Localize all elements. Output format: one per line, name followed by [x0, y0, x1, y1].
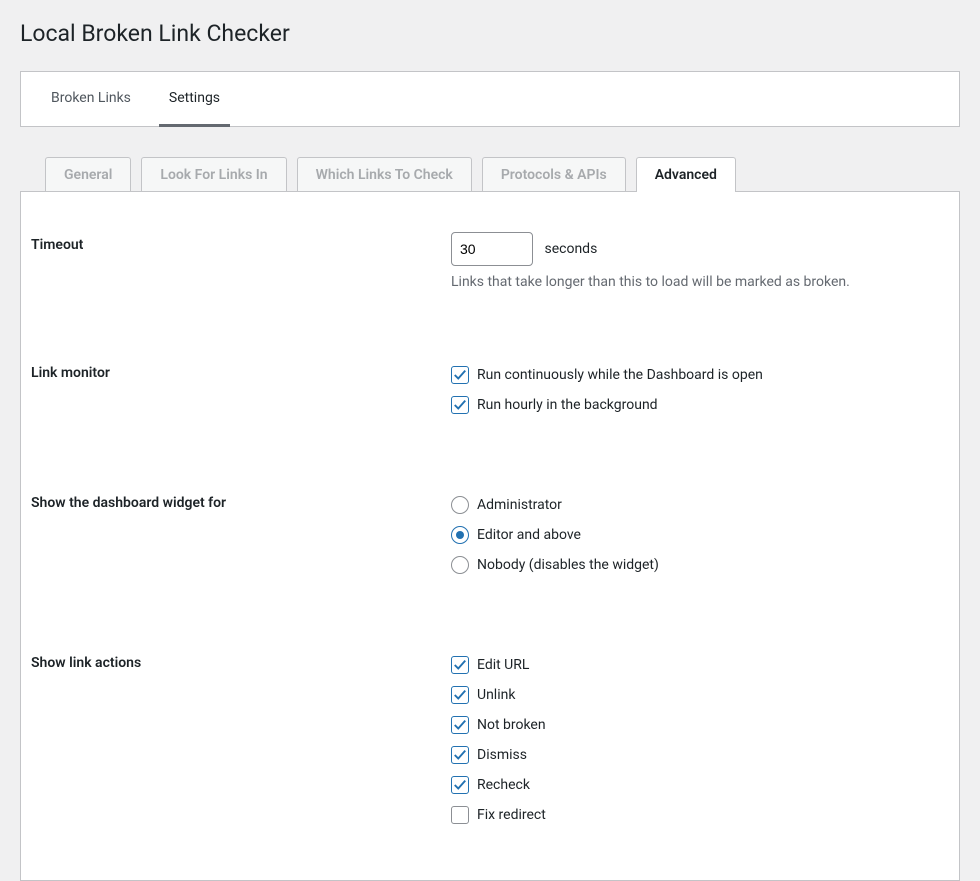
checkbox-fix-redirect[interactable] [451, 806, 469, 824]
recheck-label: Recheck [477, 777, 530, 793]
radio-nobody[interactable] [451, 556, 469, 574]
timeout-help: Links that take longer than this to load… [451, 274, 939, 290]
primary-tabs: Broken Links Settings [20, 71, 960, 127]
nobody-label: Nobody (disables the widget) [477, 557, 659, 573]
checkbox-run-hourly[interactable] [451, 396, 469, 414]
settings-sub-tabs: General Look For Links In Which Links To… [20, 157, 960, 192]
tab-which-links-to-check[interactable]: Which Links To Check [297, 157, 472, 192]
run-continuously-label: Run continuously while the Dashboard is … [477, 367, 763, 383]
tab-look-for-links-in[interactable]: Look For Links In [141, 157, 286, 192]
timeout-unit: seconds [544, 241, 597, 257]
link-actions-label: Show link actions [31, 635, 451, 850]
edit-url-label: Edit URL [477, 657, 529, 673]
dashboard-widget-label: Show the dashboard widget for [31, 475, 451, 600]
checkbox-recheck[interactable] [451, 776, 469, 794]
checkbox-unlink[interactable] [451, 686, 469, 704]
tab-advanced[interactable]: Advanced [636, 157, 736, 192]
radio-administrator[interactable] [451, 496, 469, 514]
link-monitor-label: Link monitor [31, 345, 451, 440]
not-broken-label: Not broken [477, 717, 546, 733]
checkbox-edit-url[interactable] [451, 656, 469, 674]
dismiss-label: Dismiss [477, 747, 527, 763]
timeout-input[interactable] [451, 232, 533, 266]
administrator-label: Administrator [477, 497, 562, 513]
run-hourly-label: Run hourly in the background [477, 397, 658, 413]
page-title: Local Broken Link Checker [20, 10, 960, 53]
checkbox-run-continuously[interactable] [451, 366, 469, 384]
timeout-label: Timeout [31, 217, 451, 310]
checkbox-not-broken[interactable] [451, 716, 469, 734]
radio-editor-and-above[interactable] [451, 526, 469, 544]
settings-panel: Timeout seconds Links that take longer t… [20, 191, 960, 881]
editor-above-label: Editor and above [477, 527, 581, 543]
tab-broken-links[interactable]: Broken Links [41, 72, 141, 127]
tab-settings[interactable]: Settings [159, 72, 230, 127]
tab-general[interactable]: General [45, 157, 131, 192]
fix-redirect-label: Fix redirect [477, 807, 546, 823]
checkbox-dismiss[interactable] [451, 746, 469, 764]
tab-protocols-apis[interactable]: Protocols & APIs [482, 157, 626, 192]
unlink-label: Unlink [477, 687, 515, 703]
